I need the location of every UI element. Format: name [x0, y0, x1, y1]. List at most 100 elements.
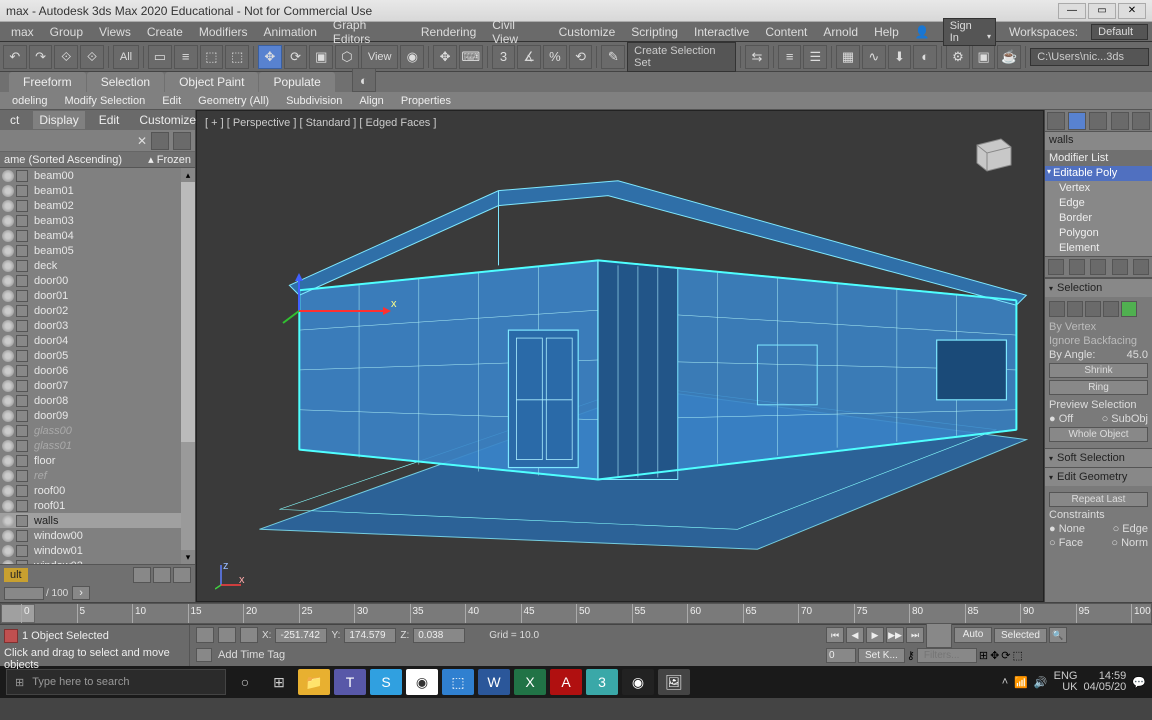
visibility-icon[interactable]	[2, 395, 14, 407]
freeze-icon[interactable]	[16, 305, 28, 317]
viewcube[interactable]	[967, 133, 1015, 173]
ribbon-sub-item[interactable]: Geometry (All)	[190, 93, 277, 109]
scene-item[interactable]: door02	[0, 303, 195, 318]
freeze-icon[interactable]	[16, 470, 28, 482]
tray-clock[interactable]: 14:5904/05/20	[1083, 671, 1126, 693]
layer-icon[interactable]	[173, 567, 191, 583]
nav-button[interactable]: ⟳	[1001, 649, 1010, 662]
zoom-ext-button[interactable]: 🔍	[1049, 627, 1067, 643]
ribbon-tab-freeform[interactable]: Freeform	[9, 72, 86, 92]
app-icon[interactable]: ⬚	[442, 669, 474, 695]
ref-coord-system[interactable]: View	[361, 45, 399, 69]
viewport-label[interactable]: [ + ] [ Perspective ] [ Standard ] [ Edg…	[205, 117, 436, 129]
workspace-selector[interactable]: Default	[1091, 24, 1148, 40]
sub-polygon-icon[interactable]	[1103, 301, 1119, 317]
z-coord-field[interactable]: 0.038	[413, 628, 465, 643]
close-button[interactable]: ✕	[1118, 3, 1146, 19]
freeze-icon[interactable]	[16, 530, 28, 542]
visibility-icon[interactable]	[2, 425, 14, 437]
preview-subobj-radio[interactable]: ○ SubObj	[1102, 413, 1148, 425]
preview-off-radio[interactable]: ● Off	[1049, 413, 1073, 425]
visibility-icon[interactable]	[2, 380, 14, 392]
maximize-button[interactable]: ▭	[1088, 3, 1116, 19]
timeline[interactable]: 0510152025303540455055606570758085909510…	[0, 602, 1152, 624]
scene-item[interactable]: door00	[0, 273, 195, 288]
scroll-down-icon[interactable]: ▾	[181, 550, 195, 564]
render-setup-button[interactable]: ⚙	[946, 45, 970, 69]
rollout-edit-geometry-header[interactable]: Edit Geometry	[1045, 468, 1152, 486]
scroll-thumb[interactable]	[181, 182, 195, 442]
freeze-icon[interactable]	[16, 425, 28, 437]
select-manipulate-button[interactable]: ✥	[433, 45, 457, 69]
scrollbar[interactable]: ▴ ▾	[181, 168, 195, 564]
visibility-icon[interactable]	[2, 350, 14, 362]
freeze-icon[interactable]	[16, 185, 28, 197]
menu-item[interactable]: Graph Editors	[326, 16, 412, 48]
by-vertex-checkbox[interactable]: By Vertex	[1049, 321, 1148, 333]
scene-item[interactable]: ref❄	[0, 468, 195, 483]
freeze-icon[interactable]	[16, 560, 28, 565]
make-unique-icon[interactable]	[1090, 259, 1106, 275]
stack-item-editable-poly[interactable]: Editable Poly	[1045, 166, 1152, 181]
by-angle-value[interactable]: 45.0	[1127, 349, 1148, 361]
tray-network-icon[interactable]: 📶	[1014, 676, 1028, 689]
menu-item[interactable]: Civil View	[485, 16, 549, 48]
open-file-path[interactable]: C:\Users\nic...3ds	[1030, 48, 1149, 66]
sub-edge-icon[interactable]	[1067, 301, 1083, 317]
excel-icon[interactable]: X	[514, 669, 546, 695]
angle-snap-button[interactable]: ∡	[517, 45, 541, 69]
transform-gizmo[interactable]: x	[279, 271, 399, 331]
select-by-name-button[interactable]: ≡	[174, 45, 198, 69]
visibility-icon[interactable]	[2, 440, 14, 452]
x-coord-field[interactable]: -251.742	[275, 628, 327, 643]
ribbon-tab-populate[interactable]: Populate	[259, 72, 334, 92]
freeze-icon[interactable]	[16, 245, 28, 257]
acrobat-icon[interactable]: A	[550, 669, 582, 695]
isolate-icon[interactable]	[196, 627, 214, 643]
sub-border-icon[interactable]	[1085, 301, 1101, 317]
show-end-result-icon[interactable]	[1069, 259, 1085, 275]
toggle-ribbon-button[interactable]: ▦	[836, 45, 860, 69]
freeze-icon[interactable]	[16, 545, 28, 557]
freeze-icon[interactable]	[16, 455, 28, 467]
mirror-button[interactable]: ⇆	[745, 45, 769, 69]
ribbon-tab-object-paint[interactable]: Object Paint	[165, 72, 258, 92]
window-crossing-button[interactable]: ⬚	[225, 45, 249, 69]
scene-item[interactable]: walls❄	[0, 513, 195, 528]
visibility-icon[interactable]	[2, 170, 14, 182]
freeze-icon[interactable]	[16, 170, 28, 182]
ribbon-sub-item[interactable]: Properties	[393, 93, 459, 109]
create-tab-icon[interactable]	[1047, 112, 1065, 130]
freeze-icon[interactable]	[16, 200, 28, 212]
constraint-none-radio[interactable]: ● None	[1049, 523, 1085, 535]
nav-button[interactable]: ✥	[990, 649, 999, 662]
layers-button[interactable]: ☰	[803, 45, 827, 69]
scene-item[interactable]: door06	[0, 363, 195, 378]
freeze-icon[interactable]	[16, 320, 28, 332]
visibility-icon[interactable]	[2, 260, 14, 272]
scene-item[interactable]: roof01	[0, 498, 195, 513]
stack-sub-element[interactable]: Element	[1045, 241, 1152, 256]
freeze-icon[interactable]	[16, 395, 28, 407]
freeze-icon[interactable]	[16, 365, 28, 377]
configure-sets-icon[interactable]	[1133, 259, 1149, 275]
scene-tab[interactable]: ct	[4, 111, 25, 129]
visibility-icon[interactable]	[2, 275, 14, 287]
ribbon-sub-item[interactable]: Align	[351, 93, 391, 109]
scene-tab[interactable]: Customize	[133, 111, 202, 129]
whole-object-button[interactable]: Whole Object	[1049, 427, 1148, 442]
freeze-icon[interactable]	[16, 215, 28, 227]
ribbon-tab-selection[interactable]: Selection	[87, 72, 164, 92]
freeze-icon[interactable]	[16, 410, 28, 422]
key-filters-button[interactable]: ⚷	[907, 649, 915, 662]
constraint-edge-radio[interactable]: ○ Edge	[1113, 523, 1148, 535]
visibility-icon[interactable]	[2, 485, 14, 497]
layer-icon[interactable]	[133, 567, 151, 583]
taskview-icon[interactable]: ⊞	[264, 669, 294, 695]
scene-item[interactable]: beam02	[0, 198, 195, 213]
scene-item[interactable]: floor	[0, 453, 195, 468]
ribbon-sub-item[interactable]: Edit	[154, 93, 189, 109]
material-editor-button[interactable]: ◐	[913, 45, 937, 69]
visibility-icon[interactable]	[2, 530, 14, 542]
key-filters-field[interactable]	[917, 648, 977, 663]
